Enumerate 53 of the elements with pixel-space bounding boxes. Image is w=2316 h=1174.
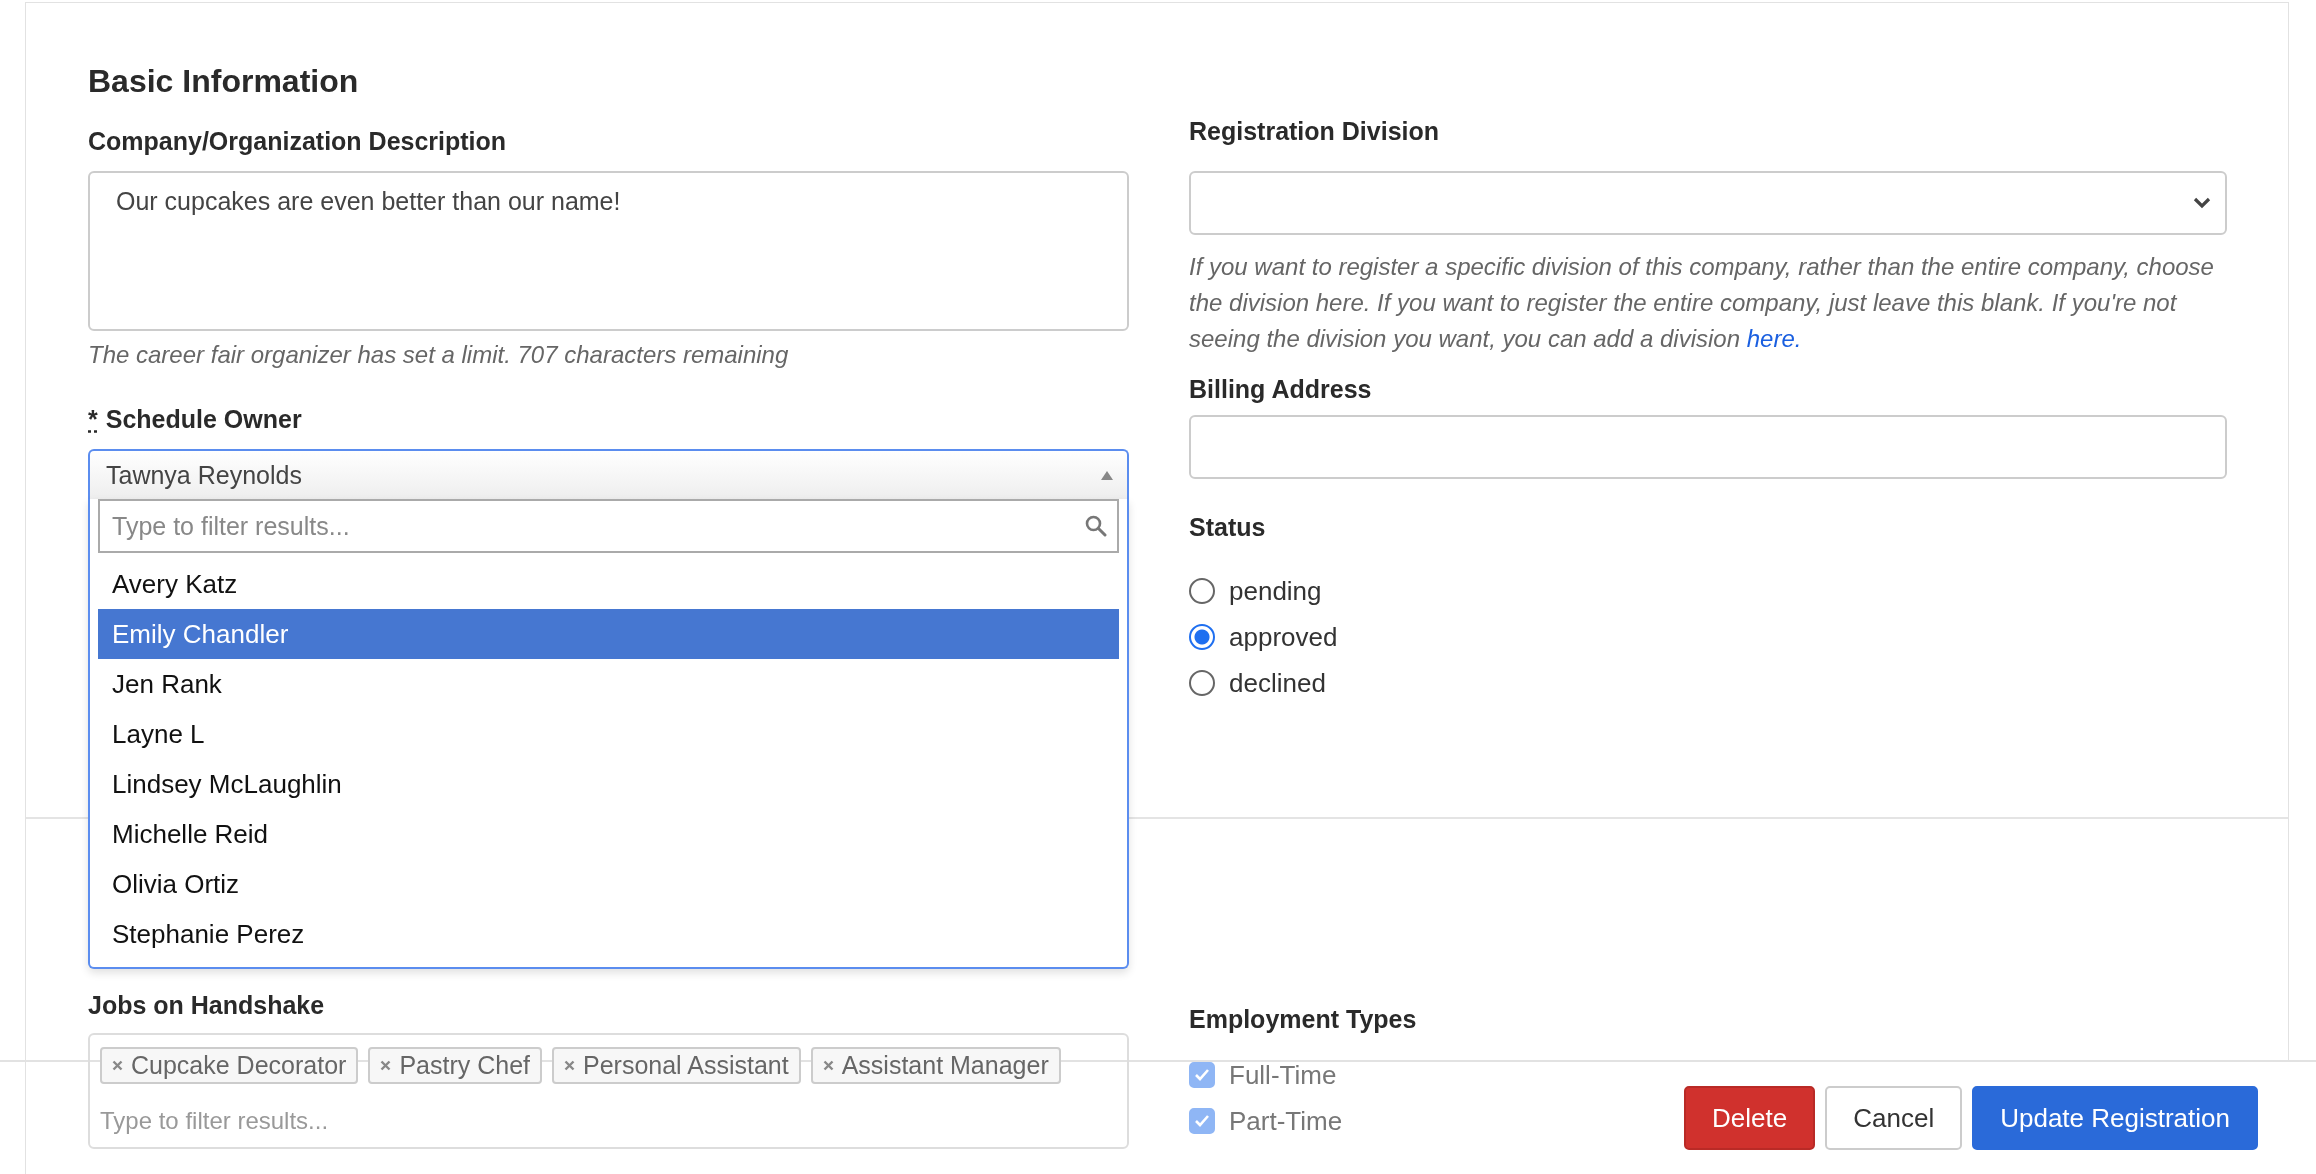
field-label: Billing Address	[1189, 374, 1372, 405]
field-label: Jobs on Handshake	[88, 990, 325, 1021]
dropdown-option[interactable]: Layne L	[98, 709, 1119, 759]
field-label: Employment Types	[1189, 1004, 1417, 1035]
remove-icon	[112, 1060, 123, 1072]
check-icon	[1194, 1068, 1210, 1082]
division-select[interactable]	[1189, 171, 2227, 235]
search-icon	[1085, 515, 1107, 537]
radio-button[interactable]	[1189, 670, 1215, 696]
required-mark: *	[88, 405, 98, 434]
schedule-owner-select[interactable]: Tawnya Reynolds	[88, 449, 1129, 499]
dropdown-option[interactable]: Michelle Reid	[98, 809, 1119, 859]
job-tag[interactable]: Assistant Manager	[810, 1047, 1061, 1085]
caret-up-icon	[1101, 470, 1113, 480]
billing-address-field[interactable]	[1189, 415, 2227, 479]
radio-button[interactable]	[1189, 578, 1215, 604]
field-label: Company/Organization Description	[88, 126, 507, 157]
field-label: Registration Division	[1189, 116, 1440, 147]
checkbox-label: Full-Time	[1229, 1059, 1337, 1091]
action-button[interactable]: Delete	[1684, 1086, 1816, 1150]
section-title: Basic Information	[88, 62, 359, 101]
checkbox[interactable]	[1189, 1062, 1215, 1088]
job-tag[interactable]: Personal Assistant	[552, 1047, 801, 1085]
filter-placeholder: Type to filter results...	[100, 1106, 329, 1135]
field-label: Schedule Owner	[105, 404, 302, 435]
dropdown-option[interactable]: Emily Chandler	[98, 609, 1119, 659]
radio-button[interactable]	[1189, 624, 1215, 650]
action-button[interactable]: Update Registration	[1972, 1086, 2258, 1150]
dropdown-option[interactable]: Lindsey McLaughlin	[98, 759, 1119, 809]
jobs-field[interactable]: Cupcake Decorator Pastry Chef Personal Assistant Assistant Manager Type to filter results...	[88, 1033, 1129, 1149]
action-button[interactable]: Cancel	[1825, 1086, 1963, 1150]
remove-icon	[822, 1060, 834, 1072]
remove-icon	[564, 1060, 575, 1072]
add-division-link[interactable]: here.	[1746, 325, 1802, 352]
remove-icon	[380, 1060, 392, 1072]
checkbox[interactable]	[1189, 1108, 1215, 1134]
job-tag[interactable]: Pastry Chef	[368, 1047, 542, 1085]
field-hint: If you want to register a specific division of this company, rather than the entire company, choose the division here. If you want to register the entire company, just leave this blank. If you're not seeing the division you want, you can add a division here.	[1189, 252, 2215, 354]
chevron-down-icon	[2193, 197, 2211, 209]
check-icon	[1194, 1114, 1210, 1128]
field-hint: The career fair organizer has set a limit. 707 characters remaining	[88, 340, 789, 370]
dropdown-option[interactable]: Avery Katz	[98, 559, 1119, 609]
radio-label: pending	[1229, 575, 1322, 607]
dropdown-option[interactable]: Jen Rank	[98, 659, 1119, 709]
dropdown-option[interactable]: Olivia Ortiz	[98, 859, 1119, 909]
field-label: Status	[1189, 512, 1266, 543]
job-tag[interactable]: Cupcake Decorator	[100, 1047, 359, 1085]
radio-label: approved	[1229, 621, 1338, 653]
description-field[interactable]: Our cupcakes are even better than our name!	[88, 171, 1129, 331]
radio-label: declined	[1229, 667, 1326, 699]
dropdown-option[interactable]: Stephanie Perez	[98, 909, 1119, 959]
filter-field[interactable]: Type to filter results...	[98, 499, 1119, 553]
checkbox-label: Part-Time	[1229, 1105, 1343, 1137]
